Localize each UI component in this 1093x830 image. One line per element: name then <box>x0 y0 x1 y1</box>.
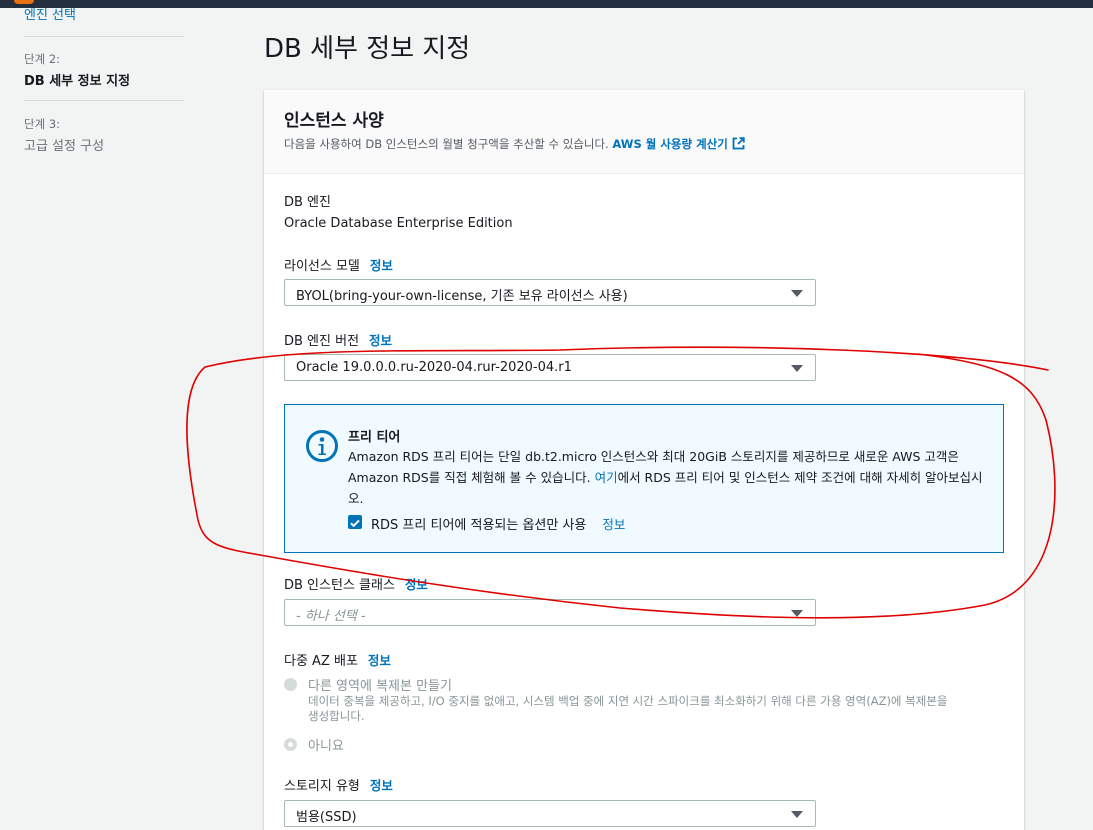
step-2-title: DB 세부 정보 지정 <box>24 74 131 89</box>
multi-az-label: 다중 AZ 배포 정보 <box>284 650 391 669</box>
step-1-link[interactable]: 엔진 선택 <box>24 4 76 23</box>
free-tier-alert: 프리 티어 Amazon RDS 프리 티어는 단일 db.t2.micro 인… <box>284 404 1004 553</box>
caret-down-icon <box>791 365 803 372</box>
nav-divider <box>24 36 184 37</box>
cost-calculator-link[interactable]: AWS 월 사용량 계산기 <box>612 137 745 151</box>
multi-az-replica-radio[interactable] <box>284 678 297 691</box>
license-model-label: 라이선스 모델 정보 <box>284 255 393 274</box>
free-tier-checkbox-text: RDS 프리 티어에 적용되는 옵션만 사용 <box>371 518 587 533</box>
engine-version-select[interactable]: Oracle 19.0.0.0.ru-2020-04.rur-2020-04.r… <box>284 354 816 381</box>
card-description-text: 다음을 사용하여 DB 인스턴스의 월별 청구액을 추산할 수 있습니다. <box>284 137 609 151</box>
multi-az-no-label: 아니요 <box>308 739 344 754</box>
caret-down-icon <box>791 610 803 617</box>
multi-az-replica-label: 다른 영역에 복제본 만들기 <box>308 679 452 694</box>
console-top-bar <box>0 0 1093 8</box>
multi-az-replica-description: 데이터 중복을 제공하고, I/O 중지를 없애고, 시스템 백업 중에 지연 … <box>308 694 948 723</box>
instance-class-info-link[interactable]: 정보 <box>405 577 428 592</box>
caret-down-icon <box>791 811 803 818</box>
instance-class-placeholder: - 하나 선택 - <box>296 609 366 624</box>
storage-type-selected: 범용(SSD) <box>296 810 357 825</box>
storage-type-select[interactable]: 범용(SSD) <box>284 800 816 827</box>
card-title: 인스턴스 사양 <box>284 111 384 131</box>
step-2-number: 단계 2: <box>24 52 61 66</box>
checkmark-icon <box>350 519 360 528</box>
engine-version-selected: Oracle 19.0.0.0.ru-2020-04.rur-2020-04.r… <box>296 360 572 375</box>
cost-calculator-label: AWS 월 사용량 계산기 <box>612 137 728 151</box>
nav-divider <box>24 100 184 101</box>
step-3-title[interactable]: 고급 설정 구성 <box>24 135 104 154</box>
card-description: 다음을 사용하여 DB 인스턴스의 월별 청구액을 추산할 수 있습니다. AW… <box>284 136 745 152</box>
free-tier-checkbox-label[interactable]: RDS 프리 티어에 적용되는 옵션만 사용 정보 <box>371 514 625 533</box>
engine-version-label: DB 엔진 버전 정보 <box>284 330 392 349</box>
caret-down-icon <box>791 290 803 297</box>
instance-class-select[interactable]: - 하나 선택 - <box>284 599 816 626</box>
step-3-number: 단계 3: <box>24 117 61 131</box>
multi-az-label-text: 다중 AZ 배포 <box>284 654 358 669</box>
external-link-icon <box>732 137 745 150</box>
free-tier-info-link[interactable]: 정보 <box>602 517 625 532</box>
free-tier-title: 프리 티어 <box>348 430 401 445</box>
storage-type-label-text: 스토리지 유형 <box>284 779 360 794</box>
engine-version-label-text: DB 엔진 버전 <box>284 334 360 349</box>
storage-type-info-link[interactable]: 정보 <box>370 778 393 793</box>
license-model-selected: BYOL(bring-your-own-license, 기존 보유 라이선스 … <box>296 289 628 304</box>
multi-az-no-radio[interactable] <box>284 738 297 751</box>
license-model-label-text: 라이선스 모델 <box>284 259 360 274</box>
card-header: 인스턴스 사양 다음을 사용하여 DB 인스턴스의 월별 청구액을 추산할 수 … <box>264 90 1024 174</box>
free-tier-here-link[interactable]: 여기 <box>595 470 618 485</box>
instance-spec-card: 인스턴스 사양 다음을 사용하여 DB 인스턴스의 월별 청구액을 추산할 수 … <box>264 90 1024 830</box>
db-engine-label: DB 엔진 <box>284 195 331 210</box>
free-tier-description: Amazon RDS 프리 티어는 단일 db.t2.micro 인스턴스와 최… <box>348 446 988 509</box>
license-model-select[interactable]: BYOL(bring-your-own-license, 기존 보유 라이선스 … <box>284 279 816 306</box>
info-circle-icon <box>306 430 338 462</box>
free-tier-checkbox[interactable] <box>348 515 362 529</box>
db-engine-value: Oracle Database Enterprise Edition <box>284 216 513 231</box>
multi-az-info-link[interactable]: 정보 <box>368 653 391 668</box>
instance-class-label: DB 인스턴스 클래스 정보 <box>284 574 428 593</box>
license-model-info-link[interactable]: 정보 <box>370 258 393 273</box>
page-title: DB 세부 정보 지정 <box>264 34 471 64</box>
engine-version-info-link[interactable]: 정보 <box>369 333 392 348</box>
storage-type-label: 스토리지 유형 정보 <box>284 775 393 794</box>
instance-class-label-text: DB 인스턴스 클래스 <box>284 578 395 593</box>
